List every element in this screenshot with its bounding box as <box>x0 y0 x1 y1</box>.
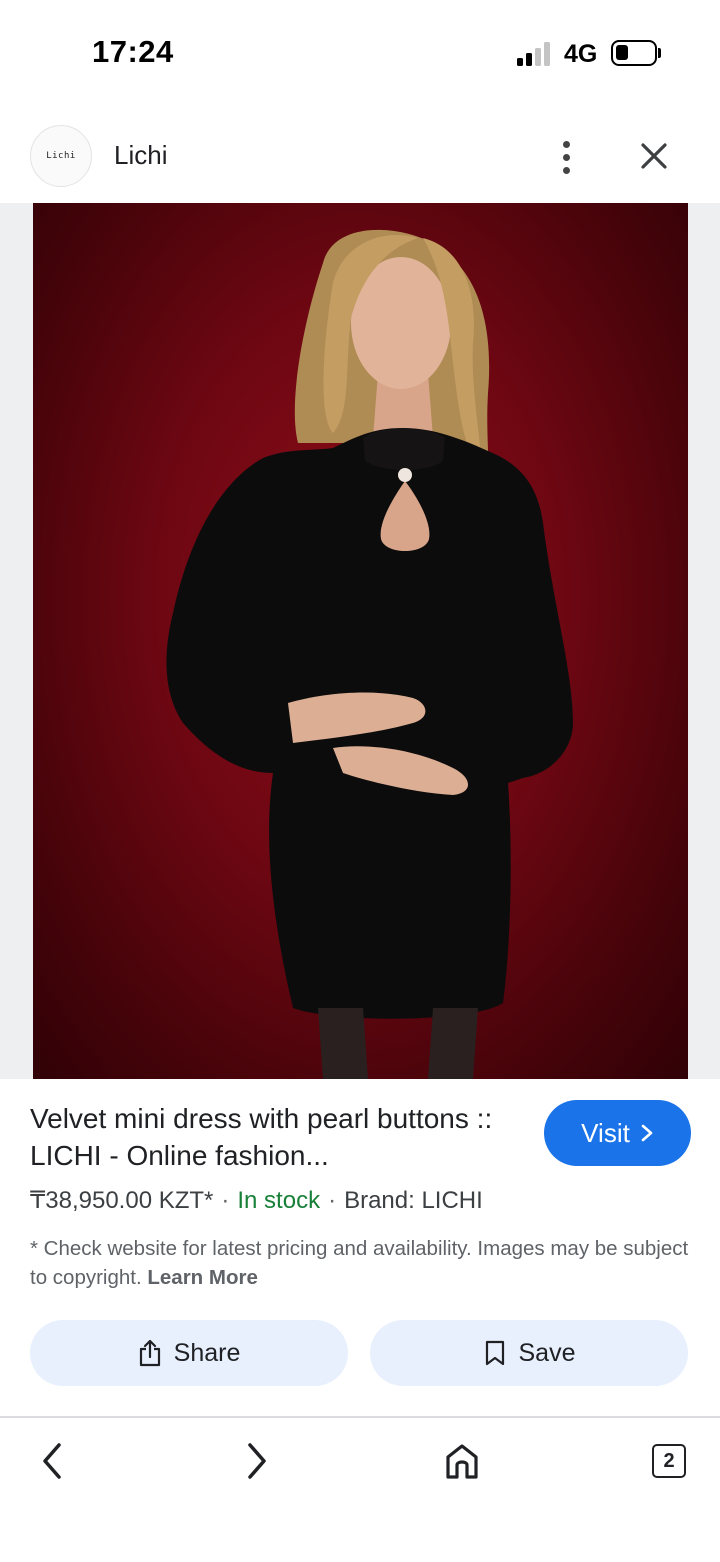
brand: Brand: LICHI <box>344 1187 483 1214</box>
chevron-right-icon <box>248 1443 266 1479</box>
visit-button[interactable]: Visit <box>544 1100 691 1166</box>
bookmark-icon <box>485 1340 504 1366</box>
site-name[interactable]: Lichi <box>114 140 167 171</box>
home-icon <box>446 1444 478 1479</box>
image-viewer <box>0 203 720 1079</box>
back-button[interactable] <box>27 1436 77 1486</box>
learn-more-link[interactable]: Learn More <box>147 1266 258 1289</box>
battery-tip <box>658 48 661 58</box>
status-bar: 17:24 4G <box>0 0 720 100</box>
share-button[interactable]: Share <box>30 1320 348 1386</box>
disclaimer: * Check website for latest pricing and a… <box>30 1234 690 1292</box>
network-type: 4G <box>564 40 598 68</box>
bottom-divider <box>0 1416 720 1418</box>
result-header: Lichi Lichi <box>0 110 720 202</box>
more-options-button[interactable] <box>550 132 582 182</box>
tabs-button[interactable]: 2 <box>644 1436 694 1486</box>
tabs-count: 2 <box>652 1444 686 1478</box>
visit-label: Visit <box>581 1117 630 1148</box>
stock-status: In stock <box>237 1187 321 1214</box>
close-icon <box>641 143 667 169</box>
save-button[interactable]: Save <box>370 1320 688 1386</box>
status-time: 17:24 <box>92 34 174 69</box>
signal-icon <box>517 42 553 66</box>
site-logo-text: Lichi <box>46 151 76 161</box>
more-vert-icon <box>562 140 570 148</box>
home-button[interactable] <box>437 1436 487 1486</box>
site-logo[interactable]: Lichi <box>30 125 92 187</box>
chevron-left-icon <box>43 1443 61 1479</box>
separator-2: · <box>328 1187 337 1214</box>
save-label: Save <box>518 1338 576 1367</box>
close-button[interactable] <box>636 138 672 174</box>
forward-button[interactable] <box>232 1436 282 1486</box>
share-label: Share <box>173 1338 241 1367</box>
separator-1: · <box>221 1187 230 1214</box>
disclaimer-text: * Check website for latest pricing and a… <box>30 1237 689 1289</box>
product-title[interactable]: Velvet mini dress with pearl buttons :: … <box>30 1100 520 1174</box>
product-image[interactable] <box>33 203 688 1079</box>
chevron-right-icon <box>641 1124 653 1142</box>
battery-icon <box>611 40 657 66</box>
share-icon <box>139 1339 160 1367</box>
price-row: ₸38,950.00 KZT* · In stock · Brand: LICHI <box>30 1186 483 1215</box>
price: ₸38,950.00 KZT* <box>30 1187 214 1214</box>
